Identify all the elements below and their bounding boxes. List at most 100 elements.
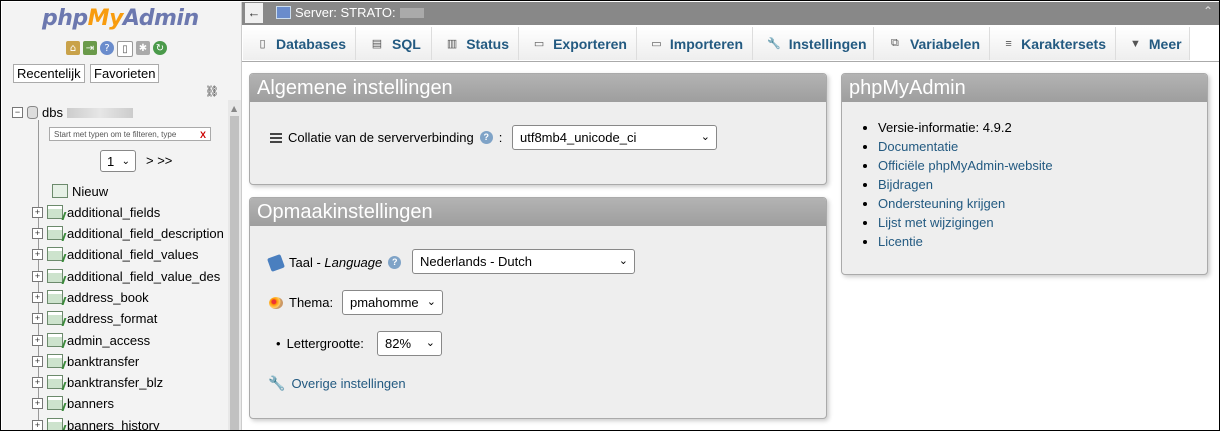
more-settings-link[interactable]: 🔧 Overige instellingen [268,375,406,392]
back-button[interactable]: ← [245,3,263,23]
chevron-down-icon: ⌄ [426,296,436,308]
clear-filter-button[interactable]: X [200,128,206,142]
exit-icon[interactable]: ⇥ [83,41,97,55]
new-table-item[interactable]: Nieuw [52,181,108,201]
table-name: banners [67,395,114,411]
get-support-link[interactable]: Ondersteuning krijgen [878,196,1005,211]
expand-icon[interactable]: + [32,419,43,430]
tab-import[interactable]: ▭ Importeren [637,27,753,60]
sidebar-scrollbar[interactable]: ▲ [228,100,241,430]
favorites-tab[interactable]: Favorieten [90,64,160,83]
table-row[interactable]: + additional_field_description [32,223,224,243]
list-item: Bijdragen [878,175,1053,194]
quick-icons: ⌂ ⇥ ? ▯ ✱ ↻ [66,41,167,57]
table-icon [47,290,63,304]
table-name: banners_history [67,417,160,431]
official-website-link[interactable]: Officiële phpMyAdmin-website [878,158,1053,173]
language-select[interactable]: Nederlands - Dutch ⌄ [412,249,635,274]
fontsize-label: Lettergrootte: [286,336,364,351]
tab-databases[interactable]: ▯ Databases [243,27,356,60]
table-icon [47,418,63,430]
expand-icon[interactable]: + [32,312,43,324]
table-row[interactable]: + address_format [32,308,157,328]
table-icon [47,396,63,410]
expand-icon[interactable]: + [32,270,43,282]
tab-charsets[interactable]: ≡ Karaktersets [990,27,1116,60]
recent-tab[interactable]: Recentelijk [13,64,85,83]
tab-label: Meer [1148,35,1182,52]
list-item: Documentatie [878,137,1053,156]
expand-icon[interactable]: + [32,248,43,260]
list-item: Lijst met wijzigingen [878,213,1053,232]
help-icon[interactable]: ? [100,41,114,55]
logo-php: php [42,6,88,31]
redacted-text [399,7,424,18]
expand-icon[interactable]: + [32,397,43,409]
table-row[interactable]: + banners_history [32,415,160,430]
license-link[interactable]: Licentie [878,234,923,249]
table-row[interactable]: + address_book [32,287,149,307]
table-row[interactable]: + additional_field_values [32,244,199,264]
scroll-up-icon[interactable]: ▲ [231,104,237,113]
table-name: address_format [67,310,158,326]
database-row[interactable]: − dbs [12,105,133,120]
help-icon[interactable]: ? [479,131,493,144]
page-navigation[interactable]: > >> [146,153,172,168]
table-row[interactable]: + additional_fields [32,202,160,222]
tab-more[interactable]: ▼ Meer [1116,27,1190,60]
palette-icon [269,296,283,309]
navigation-sidebar: phpMyAdmin ⌂ ⇥ ? ▯ ✱ ↻ Recentelijk Favor… [2,2,242,430]
home-icon[interactable]: ⌂ [66,41,80,55]
server-breadcrumb-bar: ← Server: STRATO: ⌃ [242,2,1219,25]
collapse-icon[interactable]: ⌃ [1203,4,1213,18]
tab-label: Databases [275,35,346,52]
tab-label: Variabelen [909,35,980,52]
tab-variables[interactable]: ⧉ Variabelen [874,27,990,60]
expand-icon[interactable]: + [32,376,43,388]
expand-icon[interactable]: + [32,206,43,218]
colon: : [498,130,503,145]
docs-icon[interactable]: ▯ [117,41,133,57]
tab-export[interactable]: ▭ Exporteren [519,27,637,60]
tab-settings[interactable]: 🔧 Instellingen [753,27,874,60]
table-name: additional_fields [67,204,161,220]
table-row[interactable]: + banners [32,393,114,413]
phpmyadmin-info-title: phpMyAdmin [842,74,1207,102]
help-icon[interactable]: ? [388,256,402,269]
expand-icon[interactable]: + [32,227,43,239]
contribute-link[interactable]: Bijdragen [878,177,933,192]
scrollbar-thumb[interactable] [230,116,239,430]
new-table-icon [52,184,68,198]
list-item: Ondersteuning krijgen [878,194,1053,213]
server-breadcrumb[interactable]: Server: STRATO: [276,5,424,20]
language-icon [267,253,285,272]
tab-sql[interactable]: ▤ SQL [356,27,432,60]
expand-icon[interactable]: + [32,291,43,303]
expand-icon[interactable]: + [32,334,43,346]
tab-status[interactable]: ▥ Status [432,27,519,60]
table-name: additional_field_description [67,225,224,241]
collapse-icon[interactable]: − [12,107,23,118]
reload-icon[interactable]: ↻ [153,41,167,55]
table-icon [47,354,63,368]
table-row[interactable]: + additional_field_value_des [32,266,220,286]
table-row[interactable]: + admin_access [32,330,150,350]
new-table-label: Nieuw [72,183,109,199]
table-row[interactable]: + banktransfer_blz [32,372,163,392]
fontsize-select[interactable]: 82% ⌄ [377,331,442,356]
database-icon [27,106,38,119]
page-select[interactable]: 1 ⌄ [100,150,136,172]
wrench-icon: 🔧 [767,38,781,50]
language-label: Taal - Language [289,255,382,270]
expand-icon[interactable]: + [32,355,43,367]
database-icon: ▯ [259,38,266,50]
theme-select[interactable]: pmahomme ⌄ [342,290,443,315]
settings-icon[interactable]: ✱ [136,41,150,55]
table-row[interactable]: + banktransfer [32,351,139,371]
link-icon[interactable]: ⛓ [205,85,219,98]
collation-select[interactable]: utf8mb4_unicode_ci ⌄ [512,125,717,150]
table-filter-input[interactable]: Start met typen om te filteren, type X [49,127,211,141]
documentation-link[interactable]: Documentatie [878,139,958,154]
phpmyadmin-logo[interactable]: phpMyAdmin [42,6,199,31]
changelog-link[interactable]: Lijst met wijzigingen [878,215,994,230]
